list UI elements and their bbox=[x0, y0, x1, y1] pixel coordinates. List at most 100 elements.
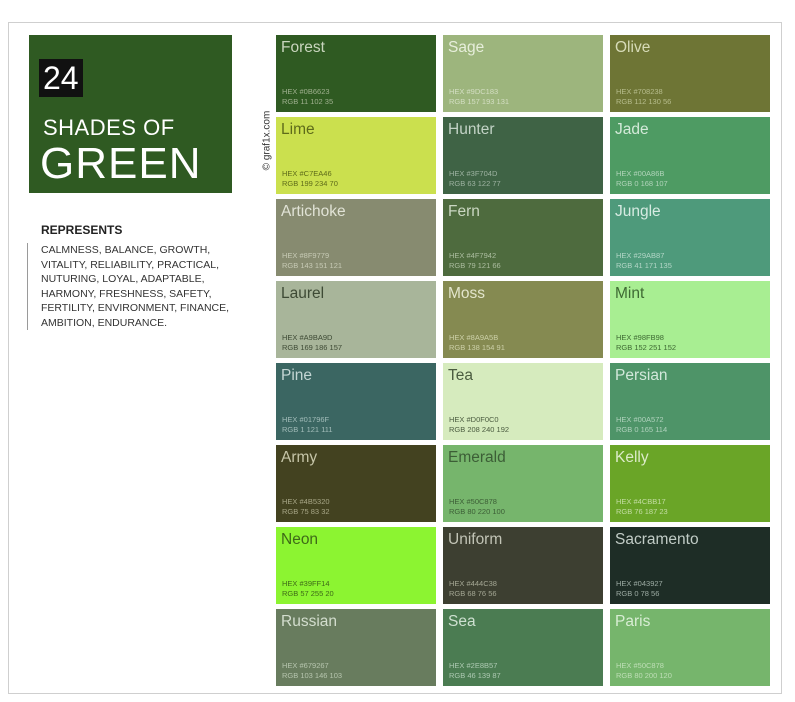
swatch-rgb: RGB 208 240 192 bbox=[449, 425, 510, 434]
swatch-name: Lime bbox=[281, 121, 315, 138]
swatch-fern: Fern HEX #4F7942 RGB 79 121 66 bbox=[443, 199, 603, 276]
swatch-persian: Persian HEX #00A572 RGB 0 165 114 bbox=[610, 363, 770, 440]
swatch-hex: HEX #00A86B bbox=[616, 169, 665, 178]
swatch-name: Army bbox=[281, 449, 318, 466]
swatch-hex: HEX #2E8B57 bbox=[449, 661, 498, 670]
swatch-rgb: RGB 63 122 77 bbox=[449, 179, 501, 188]
swatch-hex: HEX #A9BA9D bbox=[282, 333, 333, 342]
swatch-name: Laurel bbox=[281, 285, 325, 302]
swatch-hex: HEX #01796F bbox=[282, 415, 330, 424]
swatch-name: Jade bbox=[615, 121, 649, 138]
swatch-rgb: RGB 79 121 66 bbox=[449, 261, 501, 270]
swatch-rgb: RGB 57 255 20 bbox=[282, 589, 334, 598]
swatch-hex: HEX #00A572 bbox=[616, 415, 664, 424]
swatch-rgb: RGB 157 193 131 bbox=[449, 97, 510, 106]
swatch-rgb: RGB 152 251 152 bbox=[616, 343, 677, 352]
swatch-artichoke: Artichoke HEX #8F9779 RGB 143 151 121 bbox=[276, 199, 436, 276]
swatch-forest: Forest HEX #0B6623 RGB 11 102 35 bbox=[276, 35, 436, 112]
swatch-jungle: Jungle HEX #29AB87 RGB 41 171 135 bbox=[610, 199, 770, 276]
swatch-rgb: RGB 46 139 87 bbox=[449, 671, 501, 680]
swatch-name: Pine bbox=[281, 367, 313, 384]
swatch-hex: HEX #708238 bbox=[616, 87, 663, 96]
swatch-hex: HEX #C7EA46 bbox=[282, 169, 332, 178]
swatch-rgb: RGB 143 151 121 bbox=[282, 261, 343, 270]
swatch-name: Hunter bbox=[448, 121, 495, 138]
swatch-name: Sage bbox=[448, 39, 485, 56]
swatch-name: Paris bbox=[615, 613, 651, 630]
swatch-name: Fern bbox=[448, 203, 480, 220]
swatch-hex: HEX #D0F0C0 bbox=[449, 415, 499, 424]
swatch-name: Olive bbox=[615, 39, 651, 56]
swatch-rgb: RGB 169 186 157 bbox=[282, 343, 343, 352]
swatch-name: Mint bbox=[615, 285, 645, 302]
swatch-rgb: RGB 75 83 32 bbox=[282, 507, 330, 516]
shade-count: 24 bbox=[39, 59, 83, 97]
swatch-name: Neon bbox=[281, 531, 319, 548]
swatch-rgb: RGB 68 76 56 bbox=[449, 589, 497, 598]
swatch-name: Sea bbox=[448, 613, 476, 630]
swatch-name: Emerald bbox=[448, 449, 506, 466]
swatch-rgb: RGB 80 200 120 bbox=[616, 671, 672, 680]
swatch-moss: Moss HEX #8A9A5B RGB 138 154 91 bbox=[443, 281, 603, 358]
swatch-hex: HEX #29AB87 bbox=[616, 251, 665, 260]
swatch-hex: HEX #679267 bbox=[282, 661, 329, 670]
swatch-rgb: RGB 76 187 23 bbox=[616, 507, 668, 516]
swatch-hex: HEX #4B5320 bbox=[282, 497, 330, 506]
swatch-hex: HEX #50C878 bbox=[449, 497, 497, 506]
represents-section: REPRESENTS CALMNESS, BALANCE, GROWTH, VI… bbox=[27, 223, 242, 330]
swatch-hex: HEX #39FF14 bbox=[282, 579, 330, 588]
swatch-sage: Sage HEX #9DC183 RGB 157 193 131 bbox=[443, 35, 603, 112]
swatch-rgb: RGB 11 102 35 bbox=[282, 97, 334, 106]
represents-text: CALMNESS, BALANCE, GROWTH, VITALITY, REL… bbox=[27, 243, 242, 330]
swatch-lime: Lime HEX #C7EA46 RGB 199 234 70 bbox=[276, 117, 436, 194]
swatch-uniform: Uniform HEX #444C38 RGB 68 76 56 bbox=[443, 527, 603, 604]
swatch-rgb: RGB 0 165 114 bbox=[616, 425, 668, 434]
swatch-kelly: Kelly HEX #4CBB17 RGB 76 187 23 bbox=[610, 445, 770, 522]
swatch-name: Sacramento bbox=[615, 531, 699, 548]
swatch-name: Kelly bbox=[615, 449, 649, 466]
swatch-name: Tea bbox=[448, 367, 473, 384]
swatch-neon: Neon HEX #39FF14 RGB 57 255 20 bbox=[276, 527, 436, 604]
swatch-hunter: Hunter HEX #3F704D RGB 63 122 77 bbox=[443, 117, 603, 194]
swatch-emerald: Emerald HEX #50C878 RGB 80 220 100 bbox=[443, 445, 603, 522]
swatch-hex: HEX #3F704D bbox=[449, 169, 498, 178]
swatch-paris: Paris HEX #50C878 RGB 80 200 120 bbox=[610, 609, 770, 686]
swatch-name: Forest bbox=[281, 39, 325, 56]
swatch-hex: HEX #4F7942 bbox=[449, 251, 497, 260]
represents-title: REPRESENTS bbox=[41, 223, 123, 237]
swatch-rgb: RGB 103 146 103 bbox=[282, 671, 343, 680]
swatch-rgb: RGB 80 220 100 bbox=[449, 507, 505, 516]
swatch-hex: HEX #50C878 bbox=[616, 661, 664, 670]
swatch-rgb: RGB 41 171 135 bbox=[616, 261, 672, 270]
swatch-laurel: Laurel HEX #A9BA9D RGB 169 186 157 bbox=[276, 281, 436, 358]
swatch-hex: HEX #9DC183 bbox=[449, 87, 499, 96]
swatch-hex: HEX #444C38 bbox=[449, 579, 497, 588]
swatch-hex: HEX #8A9A5B bbox=[449, 333, 499, 342]
swatch-rgb: RGB 199 234 70 bbox=[282, 179, 338, 188]
swatch-sacramento: Sacramento HEX #043927 RGB 0 78 56 bbox=[610, 527, 770, 604]
swatch-hex: HEX #98FB98 bbox=[616, 333, 664, 342]
swatch-hex: HEX #4CBB17 bbox=[616, 497, 666, 506]
swatch-grid: Forest HEX #0B6623 RGB 11 102 35 Sage HEX #9… bbox=[276, 35, 770, 686]
swatch-mint: Mint HEX #98FB98 RGB 152 251 152 bbox=[610, 281, 770, 358]
swatch-name: Russian bbox=[281, 613, 337, 630]
swatch-name: Moss bbox=[448, 285, 486, 302]
swatch-name: Artichoke bbox=[281, 203, 346, 220]
swatch-hex: HEX #0B6623 bbox=[282, 87, 330, 96]
swatch-name: Persian bbox=[615, 367, 668, 384]
swatch-name: Uniform bbox=[448, 531, 503, 548]
swatch-olive: Olive HEX #708238 RGB 112 130 56 bbox=[610, 35, 770, 112]
swatch-pine: Pine HEX #01796F RGB 1 121 111 bbox=[276, 363, 436, 440]
swatch-rgb: RGB 0 168 107 bbox=[616, 179, 668, 188]
title-line-2: GREEN bbox=[40, 139, 202, 188]
swatch-army: Army HEX #4B5320 RGB 75 83 32 bbox=[276, 445, 436, 522]
credit-text: © graf1x.com bbox=[261, 110, 273, 171]
swatch-sea: Sea HEX #2E8B57 RGB 46 139 87 bbox=[443, 609, 603, 686]
swatch-jade: Jade HEX #00A86B RGB 0 168 107 bbox=[610, 117, 770, 194]
swatch-rgb: RGB 138 154 91 bbox=[449, 343, 505, 352]
title-block: 24 SHADES OF GREEN bbox=[29, 35, 232, 193]
swatch-tea: Tea HEX #D0F0C0 RGB 208 240 192 bbox=[443, 363, 603, 440]
swatch-hex: HEX #8F9779 bbox=[282, 251, 330, 260]
swatch-rgb: RGB 112 130 56 bbox=[616, 97, 672, 106]
swatch-rgb: RGB 0 78 56 bbox=[616, 589, 660, 598]
